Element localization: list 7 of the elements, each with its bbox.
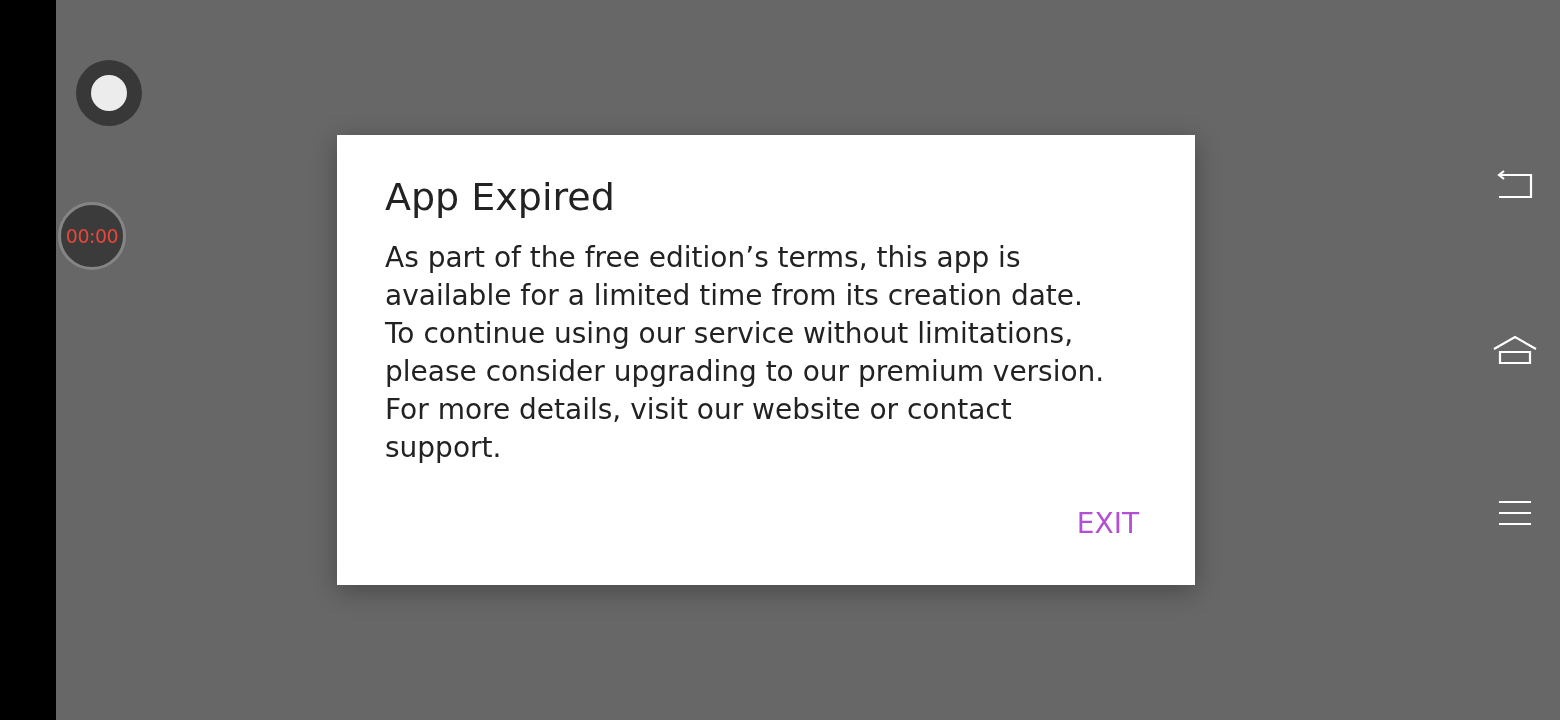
menu-button[interactable] [1498,500,1532,526]
back-button[interactable] [1497,170,1533,200]
timer: 00:00 [58,202,126,270]
home-button[interactable] [1492,335,1538,365]
exit-button[interactable]: EXIT [1068,507,1147,540]
dialog-title: App Expired [385,175,616,219]
dialog-message: As part of the free edition’s terms, this app is available for a limited time from its creation date. To continue using our service without limitations, please consider upgrading to our premium version. For more details, visit our website or contact support. [385,240,1105,466]
